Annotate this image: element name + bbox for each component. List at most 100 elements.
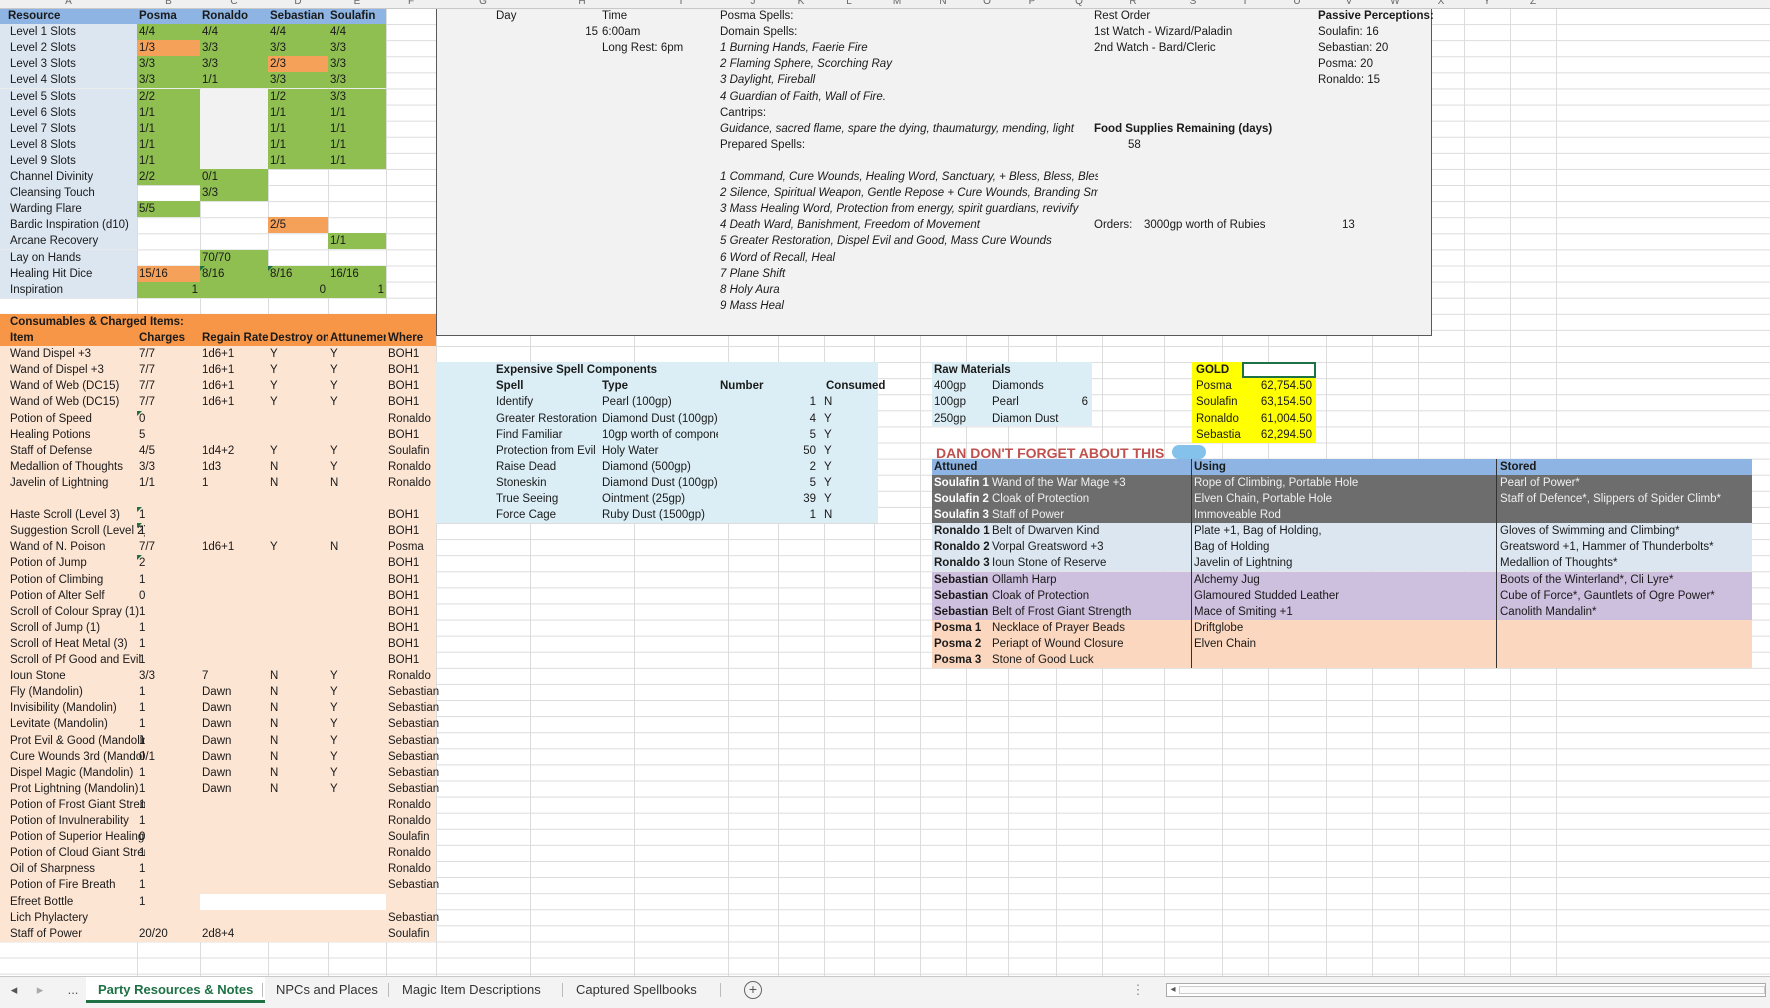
resource-value[interactable]: 1/1 <box>268 137 328 153</box>
item-field[interactable] <box>200 861 268 877</box>
item-field[interactable]: 2d8+4 <box>200 926 268 942</box>
item-field[interactable] <box>200 877 268 893</box>
item-field[interactable]: N <box>268 475 328 491</box>
item-field[interactable] <box>328 652 386 668</box>
item-field[interactable]: 3/3 <box>137 668 200 684</box>
passive-entry[interactable]: Ronaldo: 15 <box>1316 72 1436 88</box>
stored-item[interactable]: Cube of Force*, Gauntlets of Ogre Power* <box>1498 588 1758 604</box>
item-field[interactable]: N <box>268 716 328 732</box>
item-field[interactable]: BOH1 <box>386 620 446 636</box>
column-header[interactable]: Z <box>1510 0 1556 7</box>
item-field[interactable] <box>328 797 386 813</box>
items-header[interactable]: Attuned <box>932 459 1132 475</box>
item-field[interactable]: 1 <box>137 733 200 749</box>
resource-value[interactable]: 1/1 <box>137 121 200 137</box>
item-field[interactable] <box>268 572 328 588</box>
column-header[interactable]: Y <box>1464 0 1510 7</box>
using-item[interactable]: Mace of Smiting +1 <box>1192 604 1492 620</box>
item-field[interactable]: Y <box>328 443 386 459</box>
attuned-item[interactable]: Wand of the War Mage +3 <box>990 475 1190 491</box>
resource-value[interactable]: 2/5 <box>268 217 328 233</box>
item-field[interactable]: BOH1 <box>386 588 446 604</box>
item-field[interactable]: Posma <box>386 539 446 555</box>
gold-amount[interactable]: 62,754.50 <box>1242 378 1314 394</box>
item-field[interactable]: Y <box>328 362 386 378</box>
gold-amount[interactable]: 62,294.50 <box>1242 427 1314 443</box>
stored-item[interactable]: Pearl of Power* <box>1498 475 1758 491</box>
item-field[interactable]: Dawn <box>200 781 268 797</box>
column-header[interactable]: W <box>1372 0 1418 7</box>
resource-value[interactable]: 1 <box>137 282 200 298</box>
resource-value[interactable]: 1/1 <box>137 105 200 121</box>
item-name[interactable]: Wand of Web (DC15) <box>8 378 145 394</box>
attuned-owner[interactable]: Sebastian 3 <box>932 604 990 620</box>
item-field[interactable]: 0 <box>137 411 200 427</box>
resource-value[interactable]: 1/2 <box>268 89 328 105</box>
attuned-item[interactable]: Ioun Stone of Reserve <box>990 555 1190 571</box>
resource-value[interactable]: 1/1 <box>137 137 200 153</box>
resource-value[interactable]: 2/2 <box>137 89 200 105</box>
item-field[interactable] <box>200 604 268 620</box>
component-number[interactable]: 2 <box>718 459 818 475</box>
item-field[interactable]: Y <box>268 346 328 362</box>
item-field[interactable] <box>200 636 268 652</box>
item-field[interactable]: N <box>268 733 328 749</box>
food-value[interactable]: 58 <box>1126 137 1186 153</box>
item-field[interactable] <box>268 813 328 829</box>
item-field[interactable]: 7/7 <box>137 362 200 378</box>
prepared-spell[interactable]: 5 Greater Restoration, Dispel Evil and G… <box>718 233 1098 249</box>
column-header[interactable]: T <box>1222 0 1268 7</box>
item-field[interactable]: 1 <box>137 797 200 813</box>
resource-value[interactable]: 3/3 <box>200 56 268 72</box>
item-field[interactable]: Ronaldo <box>386 668 446 684</box>
domain-spell[interactable]: 3 Daylight, Fireball <box>718 72 1048 88</box>
attuned-owner[interactable]: Posma 2 <box>932 636 990 652</box>
using-item[interactable] <box>1192 652 1492 668</box>
time-label[interactable]: Time <box>600 8 680 24</box>
passive-entry[interactable]: Soulafin: 16 <box>1316 24 1436 40</box>
component-type[interactable]: Ruby Dust (1500gp) <box>600 507 718 523</box>
item-field[interactable] <box>328 411 386 427</box>
prepared-spell[interactable]: 9 Mass Heal <box>718 298 1098 314</box>
resource-value[interactable] <box>328 185 386 201</box>
item-field[interactable] <box>268 894 328 910</box>
resource-value[interactable] <box>268 233 328 249</box>
item-field[interactable]: Y <box>328 733 386 749</box>
item-name[interactable]: Oil of Sharpness <box>8 861 145 877</box>
component-type[interactable]: Pearl (100gp) <box>600 394 718 410</box>
passive-label[interactable]: Passive Perceptions: <box>1316 8 1516 24</box>
resource-value[interactable] <box>200 233 268 249</box>
resource-value[interactable] <box>137 217 200 233</box>
using-item[interactable]: Bag of Holding <box>1192 539 1492 555</box>
item-field[interactable] <box>200 588 268 604</box>
resource-value[interactable]: 1/1 <box>328 105 386 121</box>
item-field[interactable]: 1d3 <box>200 459 268 475</box>
item-field[interactable]: N <box>268 459 328 475</box>
item-name[interactable]: Staff of Defense <box>8 443 145 459</box>
item-field[interactable] <box>328 829 386 845</box>
resource-name[interactable]: Level 8 Slots <box>8 137 145 153</box>
item-field[interactable] <box>328 620 386 636</box>
components-header[interactable]: Spell <box>494 378 604 394</box>
item-field[interactable] <box>328 845 386 861</box>
item-field[interactable] <box>328 523 386 539</box>
column-header[interactable]: J <box>728 0 778 7</box>
item-name[interactable]: Potion of Cloud Giant Strength <box>8 845 145 861</box>
item-field[interactable]: 1 <box>137 684 200 700</box>
using-item[interactable]: Alchemy Jug <box>1192 572 1492 588</box>
column-header[interactable]: P <box>1008 0 1056 7</box>
resource-name[interactable]: Level 6 Slots <box>8 105 145 121</box>
item-name[interactable]: Fly (Mandolin) <box>8 684 145 700</box>
item-field[interactable]: Ronaldo <box>386 813 446 829</box>
items-header[interactable]: Using <box>1192 459 1392 475</box>
attuned-item[interactable]: Stone of Good Luck <box>990 652 1190 668</box>
resource-value[interactable]: 3/3 <box>328 72 386 88</box>
resource-name[interactable]: Level 9 Slots <box>8 153 145 169</box>
prepared-spell[interactable]: 6 Word of Recall, Heal <box>718 250 1098 266</box>
tab-scroll-right-icon[interactable]: ▸ <box>30 977 50 1003</box>
cantrips-label[interactable]: Cantrips: <box>718 105 918 121</box>
component-consumed[interactable]: Y <box>822 427 862 443</box>
resource-value[interactable]: 3/3 <box>328 56 386 72</box>
resource-value[interactable]: 3/3 <box>328 40 386 56</box>
item-field[interactable]: Sebastian <box>386 716 446 732</box>
